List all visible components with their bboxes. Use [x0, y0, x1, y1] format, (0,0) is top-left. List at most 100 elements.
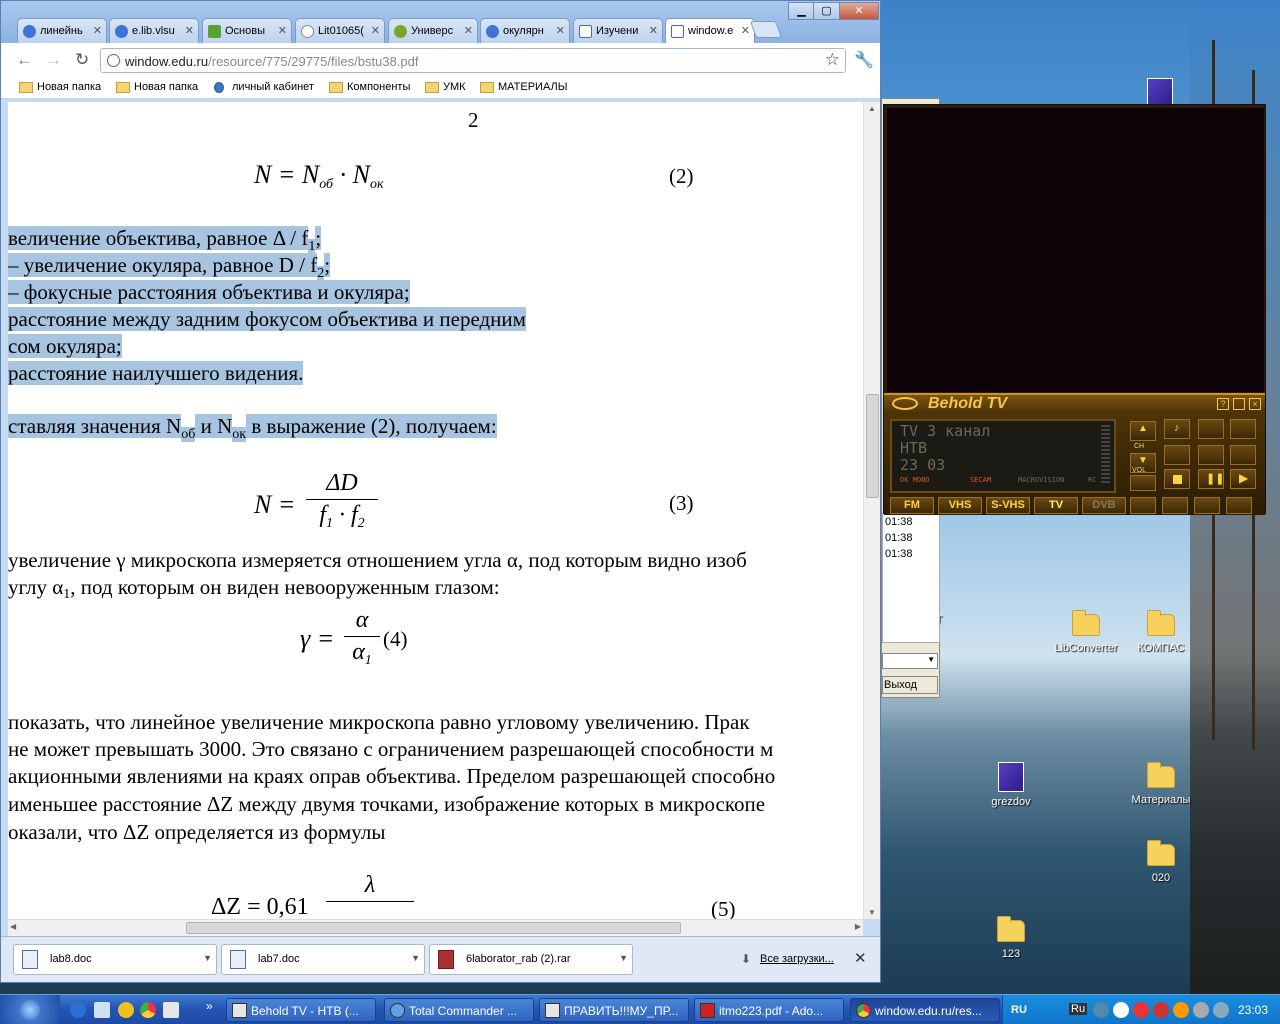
desktop-icon-grezdov[interactable]: grezdov [971, 762, 1051, 808]
bookmark-folder[interactable]: Новая папка [116, 81, 198, 93]
camera-button[interactable] [1164, 445, 1190, 465]
close-icon[interactable]: ✕ [556, 24, 565, 37]
snapshot-button[interactable] [1230, 419, 1256, 439]
task-behold-tv[interactable]: Behold TV - НТВ (... [226, 998, 376, 1022]
desktop-show-icon[interactable] [94, 1002, 110, 1018]
keyboard-layout[interactable]: Ru [1069, 1003, 1088, 1015]
tv-titlebar[interactable]: Behold TV ? × [884, 393, 1265, 413]
task-chrome[interactable]: window.edu.ru/res... [850, 998, 1000, 1022]
tab-5[interactable]: Универс ✕ [388, 18, 478, 44]
volume-icon[interactable] [1213, 1002, 1229, 1018]
tc-drive-select[interactable]: ▼ [882, 653, 938, 669]
svhs-button[interactable]: S-VHS [986, 497, 1030, 514]
tab-4[interactable]: Lit01065(✕ [295, 18, 385, 44]
maximize-button[interactable]: ▢ [813, 2, 840, 20]
dvb-button[interactable]: DVB [1082, 497, 1126, 514]
download-item[interactable]: lab8.doc ▼ [13, 944, 217, 975]
scroll-left-icon[interactable]: ◀ [10, 922, 16, 931]
tray-icon[interactable] [1153, 1002, 1169, 1018]
scroll-down-icon[interactable]: ▼ [868, 908, 876, 917]
horizontal-scrollbar[interactable]: ◀ ▶ [8, 919, 863, 936]
desktop-icon-kompas[interactable]: КОМПАС [1121, 610, 1201, 654]
quicklaunch-icon[interactable] [118, 1002, 134, 1018]
horizontal-scroll-thumb[interactable] [186, 922, 681, 934]
forward-icon[interactable]: → [45, 50, 62, 70]
chevron-down-icon[interactable]: ▼ [203, 953, 212, 963]
z-icon[interactable] [1113, 1002, 1129, 1018]
tray-icon[interactable] [1193, 1002, 1209, 1018]
desktop-icon-materials[interactable]: Материалы [1121, 762, 1201, 806]
save-button[interactable] [1162, 497, 1188, 514]
pdf-viewer[interactable]: 2 N = Nоб · Nок (2) величение объектива,… [8, 102, 863, 919]
pen-button[interactable] [1198, 445, 1224, 465]
bookmark-folder[interactable]: МАТЕРИАЛЫ [480, 81, 567, 93]
tray-icon[interactable] [1173, 1002, 1189, 1018]
bookmark-folder[interactable]: УМК [425, 81, 466, 93]
close-icon[interactable]: × [1249, 398, 1261, 410]
play-button[interactable]: ▶ [1230, 469, 1256, 489]
scroll-up-icon[interactable]: ▲ [868, 104, 876, 113]
stop-button[interactable] [1164, 469, 1190, 489]
close-icon[interactable]: ✕ [278, 24, 287, 37]
vertical-scroll-thumb[interactable] [866, 394, 879, 498]
desktop-icon-libconverter[interactable]: LibConverter [1046, 610, 1126, 654]
updown-button[interactable] [1226, 497, 1252, 514]
help-icon[interactable]: ? [1217, 398, 1229, 410]
speaker-button[interactable]: ♪ [1164, 419, 1190, 439]
close-icon[interactable]: ✕ [741, 24, 750, 37]
ie-icon[interactable] [70, 1002, 86, 1018]
folder-button[interactable] [1230, 445, 1256, 465]
tab-6[interactable]: окулярн ✕ [480, 18, 570, 44]
vhs-button[interactable]: VHS [938, 497, 982, 514]
network-icon[interactable] [1093, 1002, 1109, 1018]
close-icon[interactable]: ✕ [93, 24, 102, 37]
record-button[interactable] [1198, 419, 1224, 439]
antivirus-icon[interactable] [1133, 1002, 1149, 1018]
settings-button[interactable] [1130, 497, 1156, 514]
tv-button[interactable]: TV [1034, 497, 1078, 514]
volume-down-button[interactable] [1130, 475, 1156, 491]
tab-3[interactable]: Основы ✕ [202, 18, 292, 44]
app-icon[interactable] [163, 1002, 179, 1018]
bookmark-link[interactable]: личный кабинет [214, 81, 314, 93]
wrench-icon[interactable]: 🔧 [854, 50, 874, 70]
close-button[interactable]: ✕ [839, 2, 879, 20]
fm-button[interactable]: FM [890, 497, 934, 514]
new-tab-button[interactable] [749, 21, 783, 38]
bookmark-folder[interactable]: Новая папка [19, 81, 101, 93]
download-item[interactable]: 6laborator_rab (2).rar ▼ [429, 944, 633, 975]
tab-2[interactable]: e.lib.vlsu ✕ [109, 18, 199, 44]
close-icon[interactable]: ✕ [464, 24, 473, 37]
chevron-down-icon[interactable]: ▼ [619, 953, 628, 963]
language-indicator[interactable]: RU [1011, 1004, 1027, 1016]
close-icon[interactable]: ✕ [649, 24, 658, 37]
back-icon[interactable]: ← [16, 50, 33, 70]
pause-button[interactable]: ❚❚ [1198, 469, 1224, 489]
tc-file-list[interactable]: 01:38 01:38 01:38 [882, 513, 940, 643]
close-icon[interactable]: ✕ [371, 24, 380, 37]
reload-icon[interactable]: ↻ [75, 50, 89, 70]
tab-7[interactable]: Изучени ✕ [573, 18, 663, 44]
download-item[interactable]: lab7.doc ▼ [221, 944, 425, 975]
star-icon[interactable]: ☆ [825, 50, 840, 70]
close-icon[interactable]: ✕ [185, 24, 194, 37]
task-total-commander[interactable]: Total Commander ... [384, 998, 534, 1022]
task-word-doc[interactable]: ПРАВИТЬ!!!МУ_ПР... [539, 998, 689, 1022]
desktop-icon-123[interactable]: 123 [971, 916, 1051, 960]
scroll-right-icon[interactable]: ▶ [855, 922, 861, 931]
tab-8-active[interactable]: window.e ✕ [665, 18, 755, 45]
all-downloads-link[interactable]: Все загрузки... [760, 953, 834, 965]
close-downloads-icon[interactable]: ✕ [854, 949, 867, 967]
bookmark-folder[interactable]: Компоненты [329, 81, 410, 93]
desktop-icon-020[interactable]: 020 [1121, 840, 1201, 884]
chevron-down-icon[interactable]: ▼ [411, 953, 420, 963]
tc-exit-button[interactable]: Выход [882, 676, 938, 694]
minimize-button[interactable]: ▁ [788, 2, 815, 20]
channel-up-button[interactable]: ▲ [1130, 421, 1156, 441]
timer-button[interactable] [1194, 497, 1220, 514]
start-button[interactable] [0, 995, 60, 1024]
minimize-icon[interactable] [1233, 398, 1245, 410]
address-bar[interactable]: window.edu.ru/resource/775/29775/files/b… [100, 48, 846, 73]
tab-1[interactable]: линейнь ✕ [17, 18, 107, 44]
chrome-icon[interactable] [140, 1002, 156, 1018]
